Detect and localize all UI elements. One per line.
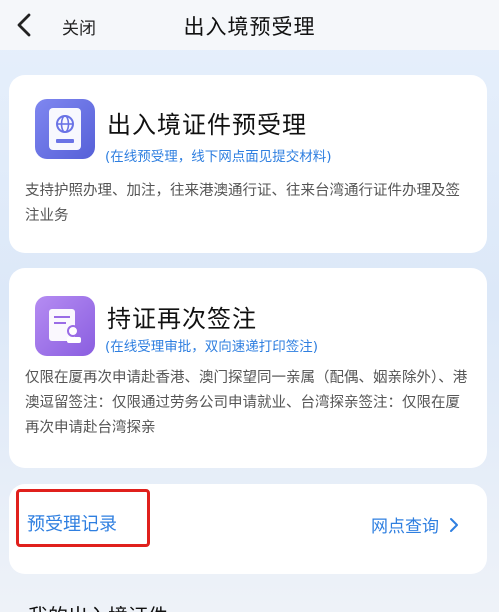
certificate-renew-icon	[35, 296, 95, 356]
card-description: 仅限在厦再次申请赴香港、澳门探望同一亲属（配偶、姻亲除外）、港澳逗留签注：仅限通…	[25, 370, 468, 436]
card-title: 出入境证件预受理	[107, 111, 307, 139]
chevron-right-icon	[450, 517, 458, 532]
footer-links-card: 预受理记录 网点查询	[9, 484, 487, 574]
section-title-my-documents: 我的出入境证件	[28, 600, 168, 612]
pre-acceptance-record-link[interactable]: 预受理记录	[27, 510, 117, 536]
card-subtitle: (在线预受理，线下网点面见提交材料)	[105, 149, 332, 165]
card-subtitle: (在线受理审批，双向速递打印签注)	[105, 339, 319, 355]
card-title: 持证再次签注	[107, 305, 257, 333]
card-description: 支持护照办理、加注，往来港澳通行证、往来台湾通行证件办理及签注业务	[25, 183, 460, 224]
nav-bar: 关闭 出入境预受理	[0, 0, 499, 50]
card-document-pre-acceptance[interactable]: 出入境证件预受理 (在线预受理，线下网点面见提交材料) 支持护照办理、加注，往来…	[9, 75, 487, 253]
page-title: 出入境预受理	[183, 15, 316, 39]
outlet-query-link[interactable]: 网点查询	[371, 512, 459, 537]
outlet-query-label: 网点查询	[371, 517, 439, 537]
card-visa-renewal[interactable]: 持证再次签注 (在线受理审批，双向速递打印签注) 仅限在厦再次申请赴香港、澳门探…	[9, 268, 487, 468]
passport-icon	[35, 99, 95, 159]
